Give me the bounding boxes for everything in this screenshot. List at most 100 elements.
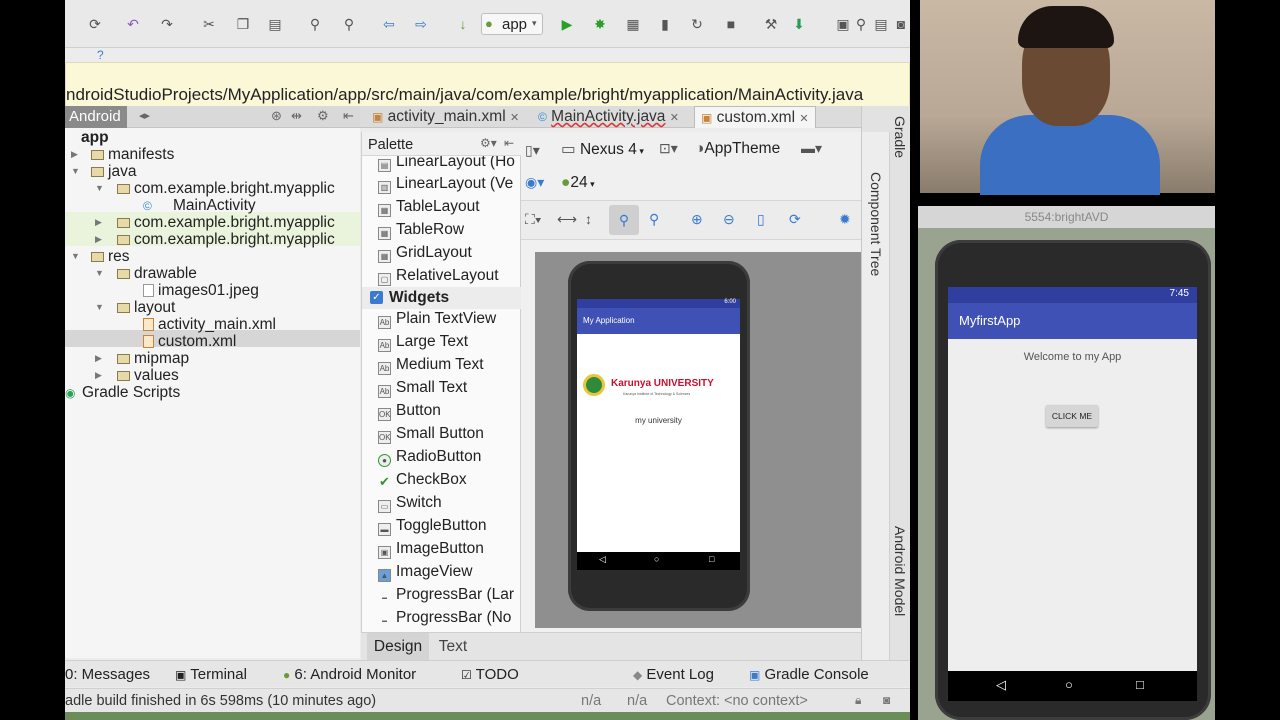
- checkbox-icon[interactable]: ✓: [370, 291, 383, 304]
- select-icon[interactable]: ⛶▾: [525, 211, 542, 228]
- tree-item-values[interactable]: values: [117, 367, 179, 385]
- sync-scroll-icon[interactable]: ⊛: [271, 108, 282, 124]
- help-icon[interactable]: ?: [97, 48, 104, 62]
- redo-icon[interactable]: ↷: [157, 14, 177, 34]
- debug-icon[interactable]: ✸: [590, 14, 610, 34]
- tree-item-image-file[interactable]: images01.jpeg: [143, 282, 259, 300]
- tree-item-res[interactable]: res: [91, 248, 130, 266]
- fit-height-icon[interactable]: ↕: [585, 211, 592, 227]
- refresh-icon[interactable]: ⟳: [789, 211, 801, 228]
- find-icon[interactable]: ⚲: [305, 14, 325, 34]
- run-icon[interactable]: ▶: [557, 14, 577, 34]
- apply-changes-icon[interactable]: ↻: [687, 14, 707, 34]
- tree-item-layout[interactable]: layout: [117, 299, 175, 317]
- tree-item-app[interactable]: app: [81, 129, 109, 147]
- palette-item[interactable]: ▥ LinearLayout (Ve: [378, 174, 513, 194]
- palette-item[interactable]: OK Small Button: [378, 424, 484, 444]
- gear-icon[interactable]: ⚙▾: [480, 136, 497, 150]
- palette-item[interactable]: Ab Large Text: [378, 332, 468, 352]
- tree-item-package[interactable]: com.example.bright.myapplic: [117, 180, 335, 198]
- palette-item[interactable]: ▦ TableRow: [378, 220, 464, 240]
- palette-group-widgets[interactable]: ✓ Widgets: [362, 287, 521, 309]
- undo-icon[interactable]: ↶: [123, 14, 143, 34]
- palette-item[interactable]: OK Button: [378, 401, 441, 421]
- tab-text[interactable]: Text: [431, 633, 475, 660]
- coverage-icon[interactable]: ▦: [623, 14, 643, 34]
- theme-select[interactable]: ◑AppTheme: [695, 140, 780, 158]
- messages-button[interactable]: 0: Messages: [65, 666, 150, 683]
- orientation-icon[interactable]: ⊡▾: [659, 140, 678, 157]
- device-select[interactable]: ▭ Nexus 4 ▾: [561, 140, 644, 159]
- zoom-in-icon[interactable]: ⊕: [691, 211, 703, 228]
- palette-item[interactable]: ▤ LinearLayout (Ho: [378, 156, 515, 172]
- design-mode-icon[interactable]: ▯▾: [525, 142, 540, 159]
- hide-icon[interactable]: ⇤: [343, 108, 354, 124]
- zoom-out-icon[interactable]: ⊖: [723, 211, 735, 228]
- palette-item[interactable]: Ab Medium Text: [378, 355, 484, 375]
- locale-icon[interactable]: ◉▾: [525, 174, 544, 191]
- paste-icon[interactable]: ▤: [265, 14, 285, 34]
- gradle-panel-button[interactable]: Gradle: [892, 116, 908, 158]
- component-tree-button[interactable]: Component Tree: [868, 172, 884, 276]
- copy-icon[interactable]: ❐: [233, 14, 253, 34]
- android-monitor-button[interactable]: ● 6: Android Monitor: [283, 666, 416, 683]
- stop-icon[interactable]: ■: [721, 14, 741, 34]
- tree-item-java[interactable]: java: [91, 163, 136, 181]
- tree-item-drawable[interactable]: drawable: [117, 265, 197, 283]
- replace-icon[interactable]: ⚲: [339, 14, 359, 34]
- back-nav-icon[interactable]: ⇦: [379, 14, 399, 34]
- tree-item-package-test[interactable]: com.example.bright.myapplic: [117, 214, 335, 232]
- forward-nav-icon[interactable]: ⇨: [411, 14, 431, 34]
- run-config-select[interactable]: ● app ▾: [481, 13, 543, 35]
- tab-mainactivity-java[interactable]: © MainActivity.java ✕: [532, 106, 685, 128]
- tab-custom-xml[interactable]: ▣ custom.xml ✕: [694, 106, 816, 128]
- back-icon[interactable]: ◁: [996, 677, 1006, 693]
- view-switch-icon[interactable]: ◂▸: [139, 109, 150, 122]
- tree-item-activity-main-xml[interactable]: activity_main.xml: [143, 316, 276, 334]
- palette-item[interactable]: ▲ ImageView: [378, 562, 472, 582]
- help-topics-icon[interactable]: ▤: [871, 14, 891, 34]
- hide-icon[interactable]: ⇤: [504, 136, 514, 150]
- tab-activity-main[interactable]: ▣ activity_main.xml ✕: [366, 106, 525, 128]
- palette-item[interactable]: ━ ProgressBar (No: [378, 608, 511, 628]
- settings-icon[interactable]: ✹: [839, 211, 851, 228]
- api-select[interactable]: ●24 ▾: [561, 174, 595, 192]
- palette-item[interactable]: Ab Small Text: [378, 378, 467, 398]
- palette-item[interactable]: ✔ CheckBox: [378, 470, 467, 490]
- palette-item[interactable]: ● RadioButton: [378, 447, 481, 467]
- zoom-fit-icon[interactable]: ⚲: [609, 205, 639, 235]
- sync-icon[interactable]: ⟳: [85, 14, 105, 34]
- cut-icon[interactable]: ✂: [199, 14, 219, 34]
- attach-debugger-icon[interactable]: ▮: [655, 14, 675, 34]
- palette-item[interactable]: ▦ GridLayout: [378, 243, 472, 263]
- activity-icon[interactable]: ▬▾: [801, 140, 822, 157]
- todo-button[interactable]: ☑ TODO: [461, 666, 519, 683]
- actual-size-icon[interactable]: ⚲: [649, 211, 659, 228]
- inspector-icon[interactable]: ◙: [883, 693, 890, 707]
- collapse-icon[interactable]: ⇹: [291, 108, 302, 124]
- android-model-button[interactable]: Android Model: [892, 526, 908, 616]
- preview-screen[interactable]: Karunya UNIVERSITY Karunya Institute of …: [577, 334, 740, 552]
- palette-item[interactable]: ▦ TableLayout: [378, 197, 480, 217]
- user-icon[interactable]: ◙: [891, 14, 910, 34]
- gear-icon[interactable]: ⚙: [317, 108, 329, 124]
- palette-item[interactable]: ▬ ToggleButton: [378, 516, 487, 536]
- click-me-button[interactable]: CLICK ME: [1046, 405, 1098, 427]
- tree-item-custom-xml[interactable]: custom.xml: [143, 333, 236, 351]
- palette-item[interactable]: ━ ProgressBar (Lar: [378, 585, 514, 605]
- gradle-console-button[interactable]: ▣ Gradle Console: [749, 666, 869, 683]
- event-log-button[interactable]: ◆ Event Log: [633, 666, 714, 683]
- tree-item-mipmap[interactable]: mipmap: [117, 350, 189, 368]
- palette-item[interactable]: Ab Plain TextView: [378, 309, 496, 329]
- tree-item-manifests[interactable]: manifests: [91, 146, 174, 164]
- palette-item[interactable]: ▣ ImageButton: [378, 539, 484, 559]
- tree-item-gradle-scripts[interactable]: ◉ Gradle Scripts: [65, 384, 180, 402]
- make-icon[interactable]: ↓: [453, 14, 473, 34]
- terminal-button[interactable]: ▣ Terminal: [175, 666, 247, 683]
- palette-item[interactable]: ▢ RelativeLayout: [378, 266, 499, 286]
- home-icon[interactable]: ○: [1065, 677, 1073, 692]
- fit-width-icon[interactable]: ⟷: [557, 211, 577, 228]
- palette-item[interactable]: ▭ Switch: [378, 493, 442, 513]
- avd-manager-icon[interactable]: ▣: [833, 14, 853, 34]
- lock-icon[interactable]: 🔒︎: [855, 693, 861, 708]
